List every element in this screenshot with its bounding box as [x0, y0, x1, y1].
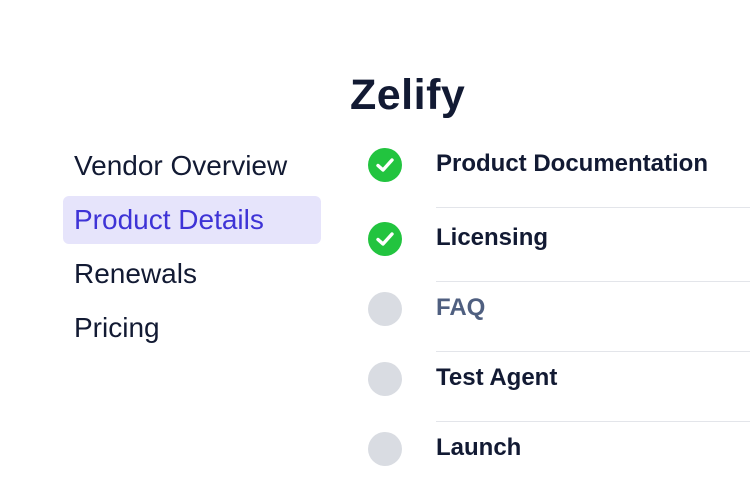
- step-label[interactable]: FAQ: [436, 294, 485, 322]
- pending-circle-icon: [368, 432, 402, 466]
- step-label[interactable]: Product Documentation: [436, 150, 708, 178]
- pending-circle-icon: [368, 362, 402, 396]
- divider: [436, 281, 750, 282]
- pending-circle-icon: [368, 292, 402, 326]
- step-product-documentation: Product Documentation: [368, 142, 750, 212]
- step-label[interactable]: Licensing: [436, 224, 548, 252]
- sidebar-item-product-details[interactable]: Product Details: [63, 196, 321, 244]
- step-test-agent: Test Agent: [368, 356, 750, 426]
- sidebar-item-vendor-overview[interactable]: Vendor Overview: [63, 142, 321, 190]
- step-faq: FAQ: [368, 286, 750, 356]
- sidebar-item-renewals[interactable]: Renewals: [63, 250, 321, 298]
- divider: [436, 421, 750, 422]
- page: Zelify Vendor Overview Product Details R…: [0, 0, 750, 500]
- step-label[interactable]: Test Agent: [436, 364, 557, 392]
- step-list: Product Documentation Licensing FAQ Test…: [368, 142, 750, 496]
- step-launch: Launch: [368, 426, 750, 496]
- check-circle-icon: [368, 222, 402, 256]
- check-circle-icon: [368, 148, 402, 182]
- step-label[interactable]: Launch: [436, 434, 521, 462]
- divider: [436, 207, 750, 208]
- sidebar-item-pricing[interactable]: Pricing: [63, 304, 321, 352]
- sidebar-nav: Vendor Overview Product Details Renewals…: [63, 142, 321, 358]
- step-licensing: Licensing: [368, 216, 750, 286]
- page-title: Zelify: [350, 71, 466, 119]
- divider: [436, 351, 750, 352]
